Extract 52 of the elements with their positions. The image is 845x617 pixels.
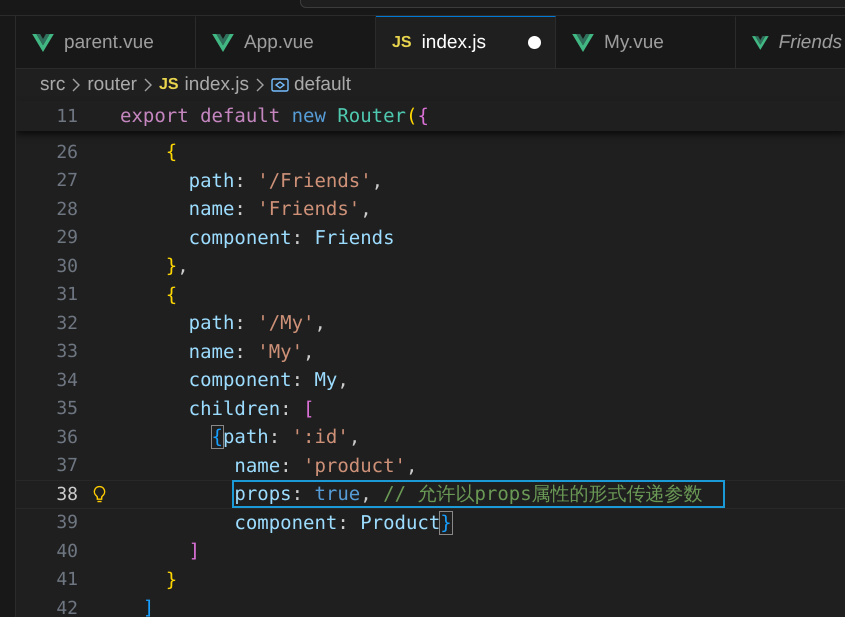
unsaved-dot-icon bbox=[528, 36, 541, 49]
breadcrumb-item[interactable]: src bbox=[40, 74, 66, 96]
line-number: 30 bbox=[55, 256, 78, 277]
line-number: 39 bbox=[55, 512, 78, 534]
vue-logo-icon bbox=[752, 34, 769, 52]
symbol-variable-icon bbox=[270, 76, 289, 94]
js-file-icon: JS bbox=[158, 76, 179, 94]
code-line: component: My, bbox=[188, 368, 350, 394]
editor-tab[interactable]: JS index.js bbox=[376, 16, 556, 68]
chevron-right-icon bbox=[256, 78, 264, 92]
code-line: ] bbox=[188, 539, 202, 564]
chevron-right-icon bbox=[72, 78, 80, 92]
line-number: 42 bbox=[55, 598, 78, 617]
line-number: 36 bbox=[55, 426, 78, 448]
code-line: export default new Router({ bbox=[119, 104, 430, 129]
code-line: ] bbox=[142, 596, 156, 617]
breadcrumb-item[interactable]: index.js bbox=[184, 74, 249, 96]
code-line: name: 'Friends', bbox=[188, 197, 373, 222]
code-line: } bbox=[164, 568, 178, 593]
code-line: path: '/My', bbox=[188, 311, 327, 336]
line-number: 28 bbox=[55, 198, 78, 220]
line-number: 32 bbox=[55, 312, 78, 334]
line-number: 31 bbox=[55, 284, 78, 306]
vue-logo-icon bbox=[32, 34, 54, 52]
code-line: { bbox=[164, 282, 178, 308]
code-line: { bbox=[164, 140, 178, 166]
line-number: 34 bbox=[55, 370, 78, 391]
vue-logo-icon bbox=[572, 34, 594, 52]
code-line: component: Friends bbox=[188, 226, 396, 251]
vue-logo-icon bbox=[212, 34, 234, 52]
line-number: 38 bbox=[55, 484, 78, 505]
line-number: 27 bbox=[55, 170, 78, 192]
code-line: name: 'product', bbox=[233, 454, 418, 479]
code-line: }, bbox=[164, 254, 190, 280]
line-number: 35 bbox=[55, 398, 78, 420]
line-number: 40 bbox=[55, 540, 78, 562]
code-line: children: [ bbox=[188, 396, 316, 422]
line-number: 33 bbox=[55, 341, 78, 362]
lightbulb-icon[interactable] bbox=[92, 484, 106, 504]
code-line: path: '/Friends', bbox=[188, 168, 384, 194]
js-file-icon: JS bbox=[392, 34, 412, 52]
line-number: 29 bbox=[55, 227, 78, 248]
line-number: 41 bbox=[55, 569, 78, 590]
line-number: 26 bbox=[55, 142, 78, 163]
breadcrumb-item[interactable]: router bbox=[87, 74, 137, 96]
line-number: 11 bbox=[55, 106, 78, 126]
code-line: {path: ':id', bbox=[210, 425, 362, 450]
code-line: name: 'My', bbox=[188, 340, 316, 365]
line-number: 37 bbox=[55, 455, 78, 476]
chevron-right-icon bbox=[144, 78, 152, 92]
breadcrumb-item[interactable]: default bbox=[294, 74, 352, 96]
code-line: component: Product} bbox=[233, 510, 453, 536]
